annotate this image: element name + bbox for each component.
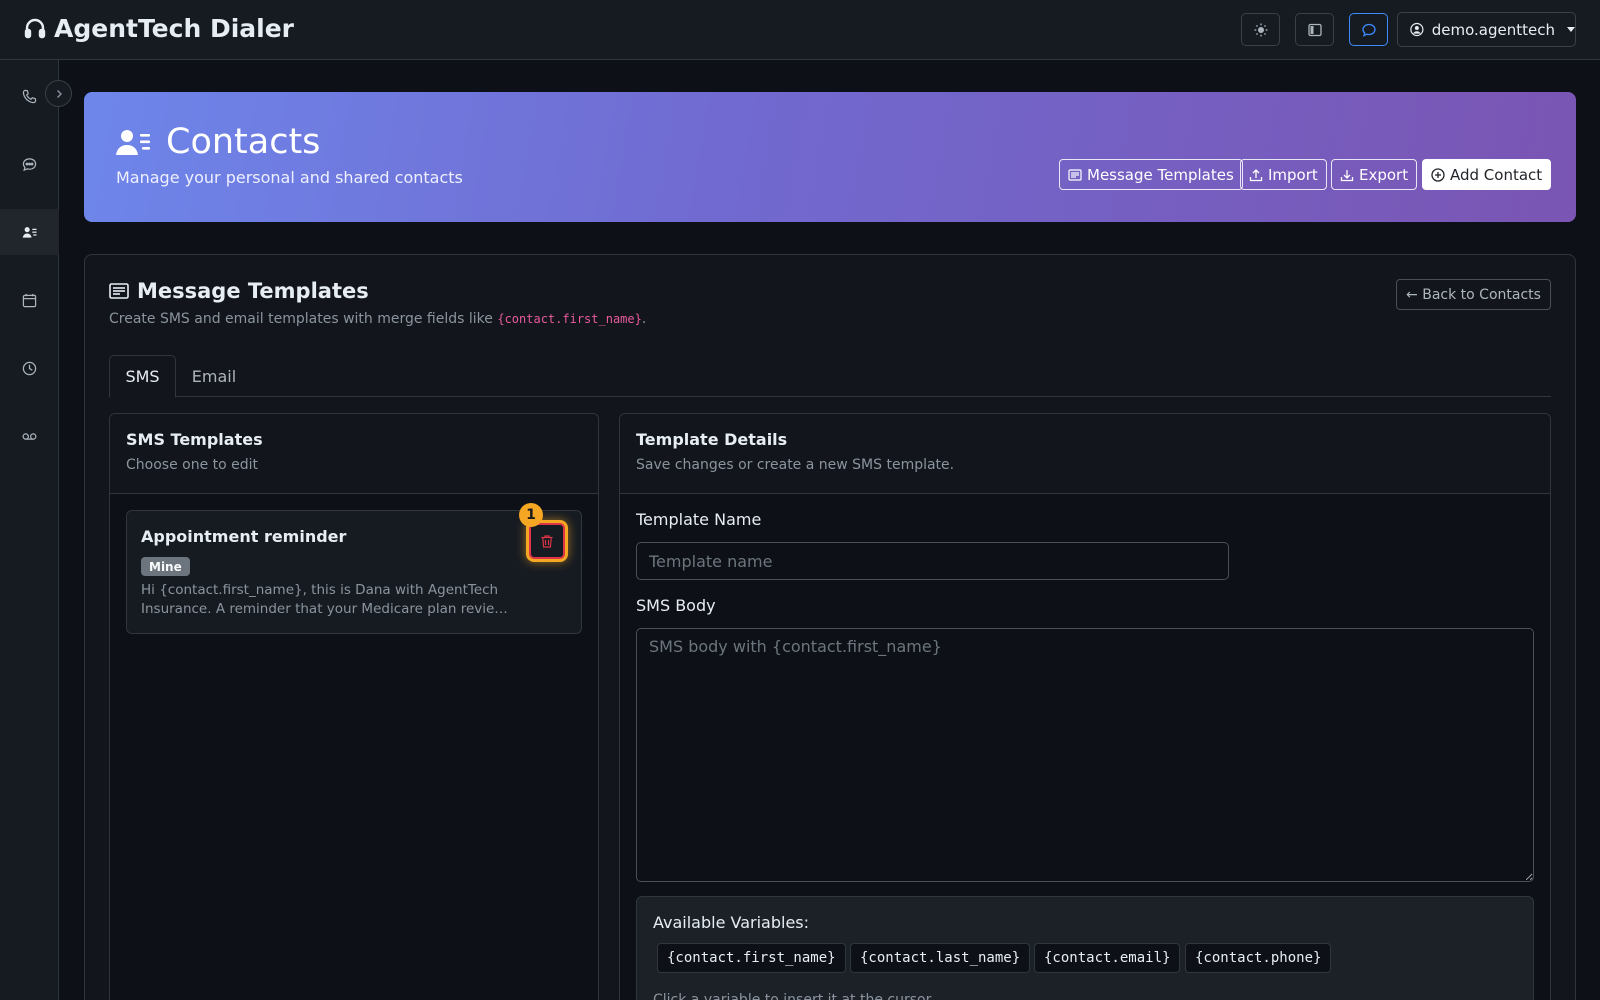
sidebar-item-history[interactable] — [0, 345, 59, 391]
sidebar-expand-button[interactable] — [45, 80, 72, 107]
template-name-input[interactable] — [636, 542, 1229, 580]
chevron-right-icon — [56, 89, 62, 98]
sms-body-textarea[interactable] — [636, 628, 1534, 882]
delete-template-button[interactable] — [529, 523, 565, 559]
step-number-badge: 1 — [519, 503, 543, 527]
sidebar-item-voicemail[interactable] — [0, 413, 59, 459]
upload-icon — [1249, 168, 1263, 181]
variable-chip-phone[interactable]: {contact.phone} — [1185, 943, 1332, 973]
variable-chip-first-name[interactable]: {contact.first_name} — [657, 943, 846, 973]
panel-header: SMS Templates Choose one to edit — [110, 414, 598, 494]
contacts-icon — [116, 130, 150, 155]
panel-subtitle: Choose one to edit — [126, 457, 259, 473]
panel-subtitle: Save changes or create a new SMS templat… — [636, 457, 955, 473]
chevron-down-icon — [1567, 27, 1575, 32]
template-details-panel: Template Details Save changes or create … — [619, 413, 1551, 1000]
description-period: . — [641, 311, 647, 327]
message-templates-label: Message Templates — [1087, 165, 1234, 184]
variable-chip-email[interactable]: {contact.email} — [1034, 943, 1181, 973]
page-subtitle: Manage your personal and shared contacts — [116, 168, 463, 187]
chat-toggle-button[interactable] — [1349, 13, 1388, 46]
export-button[interactable]: Export — [1331, 159, 1418, 190]
template-type-tabs: SMS Email — [109, 355, 1551, 398]
sidebar-item-calendar[interactable] — [0, 277, 59, 323]
variables-hint: Click a variable to insert it at the cur… — [653, 992, 932, 1000]
voicemail-icon — [22, 432, 37, 440]
template-name-label: Template Name — [636, 510, 762, 529]
sms-templates-panel: SMS Templates Choose one to edit Appoint… — [109, 413, 599, 1000]
user-circle-icon — [1410, 22, 1424, 37]
add-contact-button[interactable]: Add Contact — [1422, 159, 1552, 190]
import-button[interactable]: Import — [1240, 159, 1327, 190]
message-templates-card: Message Templates Create SMS and email t… — [84, 254, 1576, 1000]
brand[interactable]: AgentTech Dialer — [24, 14, 294, 43]
panel-title: Template Details — [636, 430, 788, 449]
templates-icon — [109, 283, 129, 299]
brand-name: AgentTech Dialer — [54, 14, 295, 43]
page-title: Contacts — [116, 122, 320, 162]
user-menu-dropdown[interactable]: demo.agenttech — [1397, 12, 1576, 47]
left-sidebar — [0, 60, 59, 1000]
section-title-text: Message Templates — [137, 279, 369, 303]
template-preview: Hi {contact.first_name}, this is Dana wi… — [141, 582, 508, 617]
variable-chip-last-name[interactable]: {contact.last_name} — [850, 943, 1031, 973]
message-icon — [22, 157, 37, 171]
add-contact-label: Add Contact — [1450, 165, 1543, 184]
calendar-icon — [22, 293, 37, 307]
panel-header: Template Details Save changes or create … — [620, 414, 1550, 494]
merge-field-example: {contact.first_name} — [497, 312, 642, 326]
import-label: Import — [1268, 165, 1318, 184]
page-title-text: Contacts — [166, 122, 321, 162]
export-label: Export — [1359, 165, 1409, 184]
template-name: Appointment reminder — [141, 527, 347, 546]
sms-body-label: SMS Body — [636, 596, 716, 615]
panel-title: SMS Templates — [126, 430, 263, 449]
layout-toggle-button[interactable] — [1295, 13, 1334, 46]
owner-badge: Mine — [141, 557, 190, 576]
sidebar-item-messages[interactable] — [0, 141, 59, 187]
headset-icon — [24, 18, 46, 38]
sidebar-item-contacts[interactable] — [0, 209, 59, 255]
contacts-header-banner: Contacts Manage your personal and shared… — [84, 92, 1576, 222]
download-icon — [1340, 169, 1354, 181]
history-icon — [22, 361, 37, 375]
list-item[interactable]: Appointment reminder Mine Hi {contact.fi… — [126, 503, 582, 634]
phone-icon — [22, 89, 37, 103]
variables-title: Available Variables: — [653, 913, 810, 932]
section-title: Message Templates — [109, 279, 369, 303]
sun-icon — [1254, 23, 1267, 36]
sidebar-toggle-icon — [1307, 23, 1322, 36]
top-navbar: AgentTech Dialer demo.agenttech — [0, 0, 1600, 60]
back-to-contacts-button[interactable]: ← Back to Contacts — [1396, 279, 1551, 310]
templates-icon — [1068, 168, 1082, 181]
username: demo.agenttech — [1431, 20, 1555, 39]
theme-toggle-button[interactable] — [1241, 13, 1280, 46]
message-templates-button[interactable]: Message Templates — [1059, 159, 1243, 190]
description-text: Create SMS and email templates with merg… — [109, 311, 493, 327]
plus-circle-icon — [1431, 167, 1445, 182]
available-variables-box: Available Variables: {contact.first_name… — [636, 896, 1534, 1000]
tab-sms[interactable]: SMS — [109, 355, 176, 398]
contacts-icon — [22, 226, 37, 238]
chat-icon — [1361, 23, 1376, 37]
trash-icon — [541, 534, 553, 548]
tab-email[interactable]: Email — [176, 355, 252, 397]
section-description: Create SMS and email templates with merg… — [109, 311, 646, 327]
